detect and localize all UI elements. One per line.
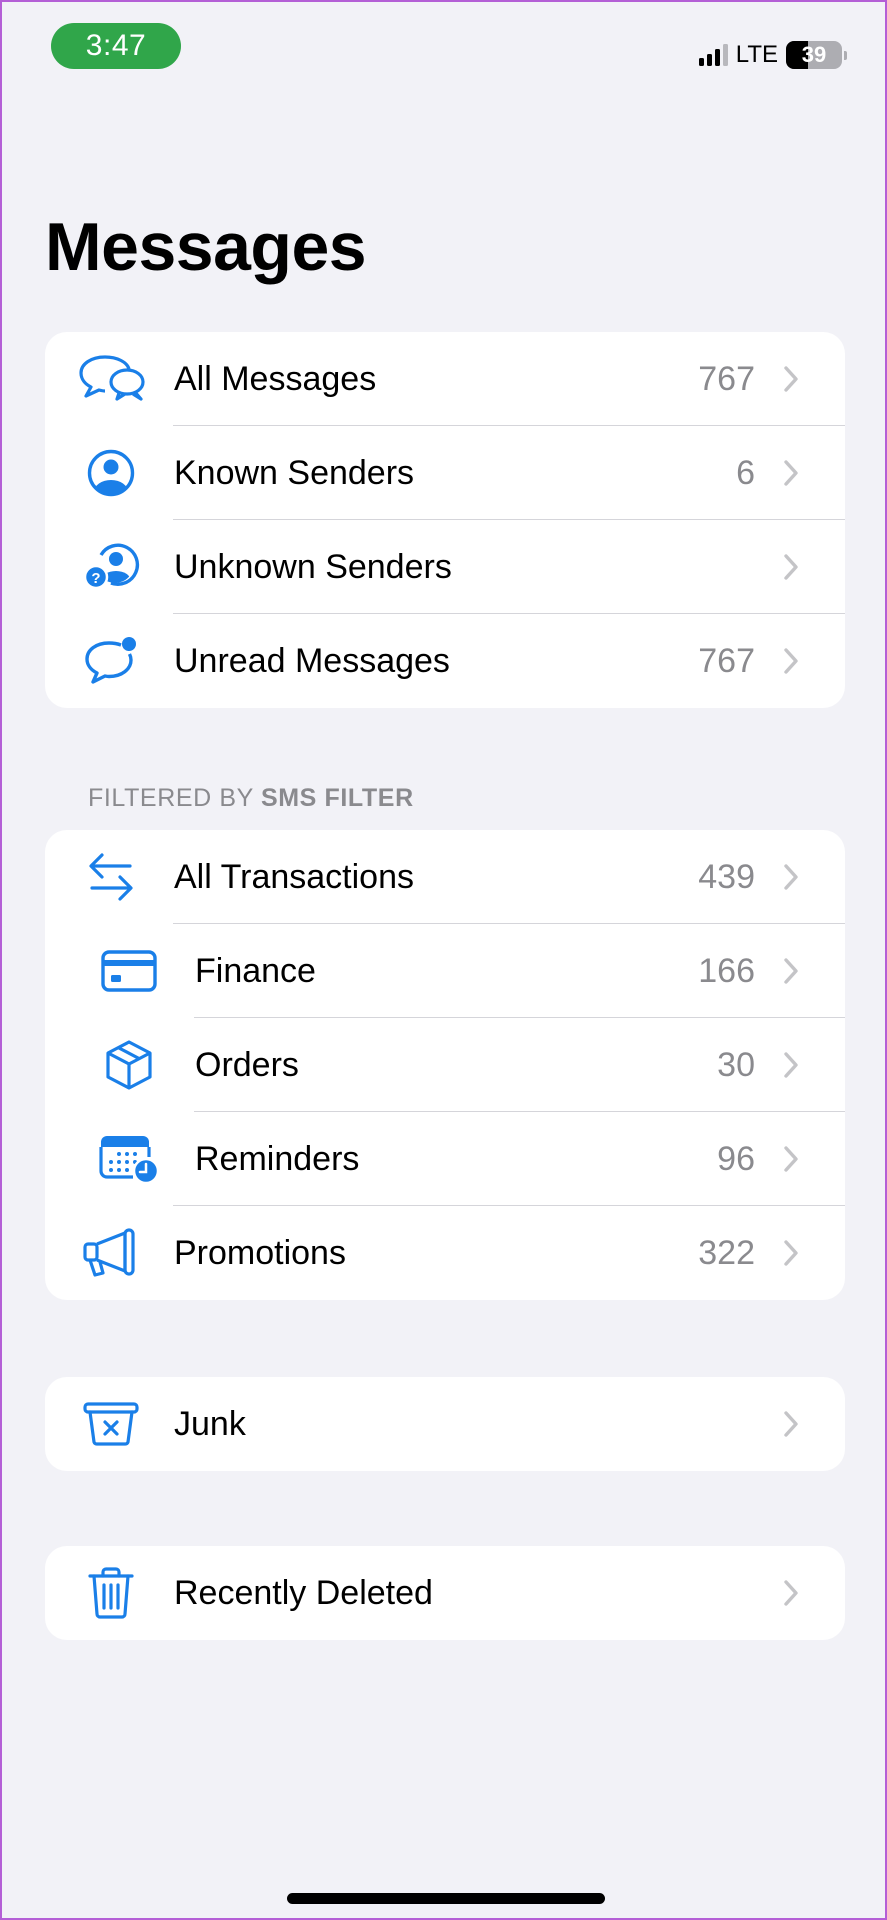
sms-filter-card: All Transactions 439 Finance 166 Orders	[45, 830, 845, 1300]
filter-label: Unknown Senders	[174, 547, 452, 586]
trash-icon	[75, 1563, 147, 1623]
chevron-right-icon	[784, 648, 798, 674]
filter-count: 439	[698, 857, 755, 896]
credit-card-icon	[93, 941, 165, 1001]
filter-label: Finance	[195, 951, 316, 990]
filter-label: Promotions	[174, 1233, 346, 1272]
filter-label: Recently Deleted	[174, 1573, 433, 1612]
junk-card: Junk	[45, 1377, 845, 1471]
chevron-right-icon	[784, 958, 798, 984]
svg-text:?: ?	[91, 570, 100, 587]
filter-all-messages[interactable]: All Messages 767	[45, 332, 845, 426]
chevron-right-icon	[784, 1146, 798, 1172]
chevron-right-icon	[784, 864, 798, 890]
filter-count: 767	[698, 359, 755, 398]
filter-label: All Messages	[174, 359, 377, 398]
recently-deleted-card: Recently Deleted	[45, 1546, 845, 1640]
status-indicators: LTE 39	[698, 40, 847, 70]
filter-label: Orders	[195, 1045, 299, 1084]
section-header-prefix: FILTERED BY	[88, 784, 261, 812]
chevron-right-icon	[784, 1411, 798, 1437]
filter-label: Known Senders	[174, 453, 415, 492]
filter-count: 6	[736, 453, 755, 492]
filter-junk[interactable]: Junk	[45, 1377, 845, 1471]
filter-unknown-senders[interactable]: ? Unknown Senders	[45, 520, 845, 614]
filter-count: 767	[698, 641, 755, 680]
filter-count: 30	[717, 1045, 755, 1084]
chevron-right-icon	[784, 460, 798, 486]
section-header-app-name: SMS FILTER	[260, 784, 414, 812]
filter-orders[interactable]: Orders 30	[45, 1018, 845, 1112]
chevron-right-icon	[784, 1580, 798, 1606]
xmark-bin-icon	[75, 1394, 147, 1454]
battery-percent: 39	[801, 42, 827, 67]
filter-all-transactions[interactable]: All Transactions 439	[45, 830, 845, 924]
filter-known-senders[interactable]: Known Senders 6	[45, 426, 845, 520]
calendar-clock-icon	[93, 1129, 165, 1189]
cellular-signal-icon	[698, 44, 728, 66]
filter-label: Unread Messages	[174, 641, 450, 680]
person-question-icon: ?	[75, 537, 147, 597]
filter-unread-messages[interactable]: Unread Messages 767	[45, 614, 845, 708]
filter-promotions[interactable]: Promotions 322	[45, 1206, 845, 1300]
filter-label: All Transactions	[174, 857, 414, 896]
two-speech-bubbles-icon	[75, 349, 147, 409]
chevron-right-icon	[784, 1052, 798, 1078]
megaphone-icon	[75, 1223, 147, 1283]
shipping-box-icon	[93, 1035, 165, 1095]
chevron-right-icon	[784, 554, 798, 580]
network-type: LTE	[735, 41, 778, 68]
filter-recently-deleted[interactable]: Recently Deleted	[45, 1546, 845, 1640]
home-indicator[interactable]	[287, 1893, 605, 1904]
filter-label: Junk	[174, 1404, 246, 1443]
filter-finance[interactable]: Finance 166	[45, 924, 845, 1018]
page-title: Messages	[45, 209, 367, 285]
main-filters-card: All Messages 767 Known Senders 6 ? Unkno…	[45, 332, 845, 708]
speech-bubble-badge-icon	[75, 631, 147, 691]
filter-count: 96	[717, 1139, 755, 1178]
status-time: 3:47	[51, 23, 181, 69]
battery-icon: 39	[786, 41, 847, 69]
chevron-right-icon	[784, 1240, 798, 1266]
chevron-right-icon	[784, 366, 798, 392]
arrows-left-right-icon	[75, 847, 147, 907]
filter-count: 322	[698, 1233, 755, 1272]
section-header-sms-filter: FILTERED BY SMS FILTER	[88, 784, 414, 813]
filter-count: 166	[698, 951, 755, 990]
filter-reminders[interactable]: Reminders 96	[45, 1112, 845, 1206]
filter-label: Reminders	[195, 1139, 360, 1178]
person-circle-icon	[75, 443, 147, 503]
